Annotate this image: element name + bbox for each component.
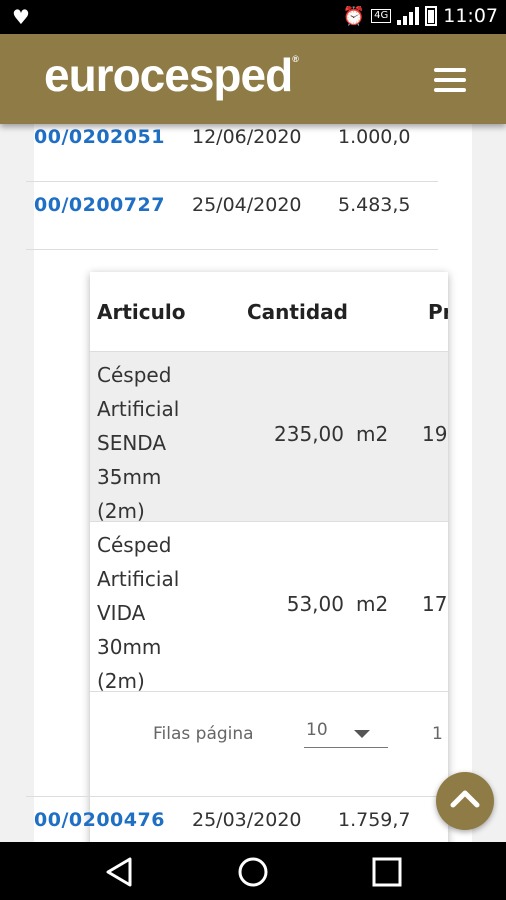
order-amount: 1.759,7 [338, 809, 411, 831]
signal-strength-icon [397, 7, 420, 25]
article-name: Césped Artificial SENDA 35mm (2m) [97, 363, 180, 523]
article-quantity: 235,00 [274, 422, 344, 446]
order-amount: 5.483,5 [338, 194, 411, 216]
pagination-range: 1 [432, 724, 443, 744]
network-type-badge: 4G [371, 9, 392, 23]
chevron-up-icon [450, 790, 480, 808]
registered-mark: ® [292, 54, 299, 64]
order-detail-table: Articulo Cantidad Pr Césped Artificial S… [90, 272, 448, 842]
order-date: 25/03/2020 [192, 809, 302, 831]
article-unit: m2 [356, 422, 389, 446]
article-quantity: 53,00 [286, 592, 344, 616]
status-bar: ♥ ⏰ 4G 11:07 [0, 0, 506, 34]
column-cantidad[interactable]: Cantidad [247, 300, 348, 324]
order-date: 12/06/2020 [192, 126, 302, 148]
dropdown-arrow-icon [354, 730, 370, 738]
article-unit: m2 [356, 592, 389, 616]
scroll-top-button[interactable] [436, 772, 494, 830]
article-name: Césped Artificial VIDA 30mm (2m) [97, 533, 180, 693]
home-icon[interactable] [237, 856, 269, 888]
rows-per-page-select[interactable]: 10 [304, 716, 388, 748]
column-articulo[interactable]: Articulo [97, 300, 185, 324]
orders-list[interactable]: 00/0202051 12/06/2020 1.000,0 00/0200727… [0, 124, 506, 842]
article-price: 19 [422, 422, 448, 446]
order-row[interactable]: 00/0200476 25/03/2020 1.759,7 [26, 796, 438, 842]
alarm-clock-icon: ⏰ [342, 5, 366, 27]
app-header: eurocesped® [0, 34, 506, 124]
article-price: 17 [422, 592, 448, 616]
order-date: 25/04/2020 [192, 194, 302, 216]
brand-logo[interactable]: eurocesped® [44, 48, 299, 102]
order-amount: 1.000,0 [338, 126, 411, 148]
order-row[interactable]: 00/0202051 12/06/2020 1.000,0 [26, 124, 438, 182]
detail-table-header: Articulo Cantidad Pr [90, 272, 448, 352]
rows-per-page-value: 10 [306, 720, 328, 740]
column-precio[interactable]: Pr [428, 300, 448, 324]
order-number-link[interactable]: 00/0200476 [34, 809, 165, 831]
system-nav-bar [0, 842, 506, 900]
rows-per-page-label: Filas página [153, 724, 254, 744]
recents-icon[interactable] [371, 856, 403, 888]
status-icons: ⏰ 4G 11:07 [343, 5, 498, 27]
clock-time: 11:07 [443, 5, 498, 27]
back-icon[interactable] [104, 856, 136, 888]
heart-monitor-icon: ♥ [12, 5, 30, 29]
table-pagination: Filas página 10 1 [90, 692, 448, 772]
order-number-link[interactable]: 00/0202051 [34, 126, 165, 148]
detail-row[interactable]: Césped Artificial VIDA 30mm (2m) 53,00 m… [90, 522, 448, 693]
brand-name: eurocesped [44, 49, 293, 101]
hamburger-menu-icon[interactable] [434, 68, 466, 92]
order-row[interactable]: 00/0200727 25/04/2020 5.483,5 [26, 182, 438, 250]
order-number-link[interactable]: 00/0200727 [34, 194, 165, 216]
detail-row[interactable]: Césped Artificial SENDA 35mm (2m) 235,00… [90, 352, 448, 523]
battery-icon [425, 6, 438, 26]
